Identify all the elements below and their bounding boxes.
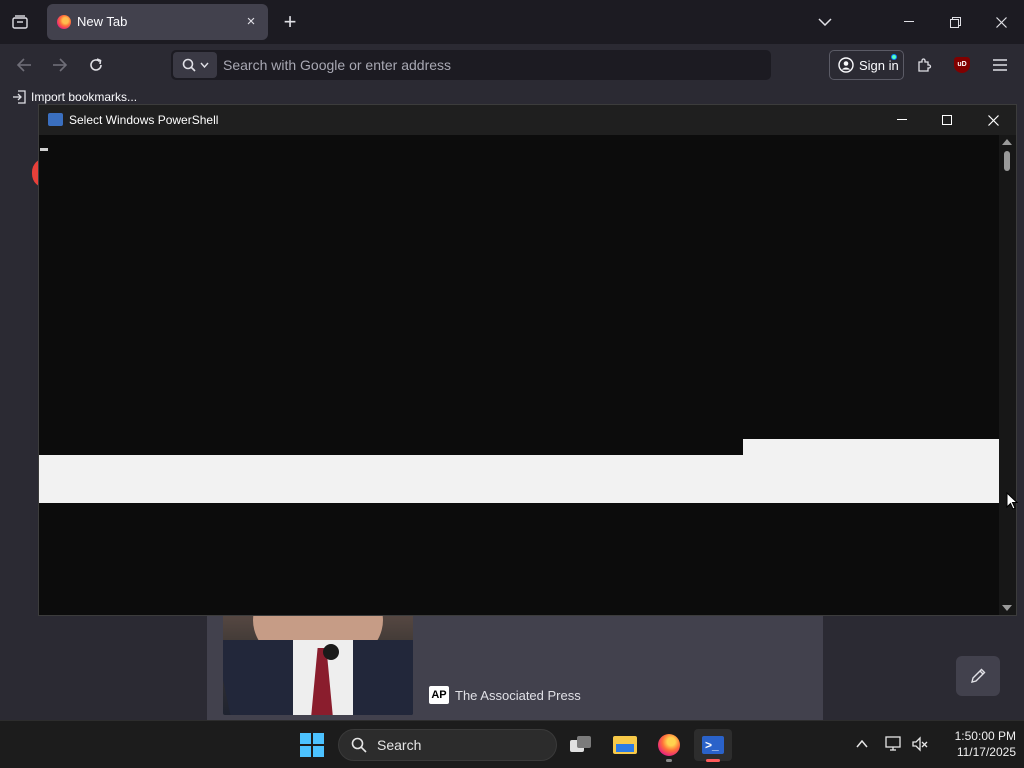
mouse-pointer-icon [1006,492,1018,510]
active-indicator [706,759,720,762]
taskbar-clock[interactable]: 1:50:00 PM 11/17/2025 [936,728,1016,760]
minimize-icon [904,21,914,22]
search-icon [351,737,367,753]
url-input[interactable] [223,50,763,80]
powershell-window: Select Windows PowerShell [38,104,1017,616]
browser-tab-bar: New Tab × + [0,0,1024,44]
windows-logo-icon [300,733,311,744]
tab-new-tab[interactable]: New Tab × [47,4,268,40]
ublock-shield-icon: uD [954,57,970,73]
powershell-icon [48,113,63,126]
arrow-left-icon [16,58,31,72]
import-icon [13,90,26,104]
sign-in-button[interactable]: Sign in [829,50,904,80]
story-photo [223,610,413,715]
search-icon [182,58,196,72]
text-cursor [40,148,48,151]
story-source: AP The Associated Press [429,686,581,704]
browser-minimize-button[interactable] [894,8,924,36]
network-icon [885,736,901,751]
powershell-minimize-button[interactable] [879,105,925,135]
running-indicator [666,759,672,762]
ublock-origin-button[interactable]: uD [949,52,975,78]
start-button[interactable] [300,733,324,757]
pencil-icon [971,668,986,683]
hamburger-menu-icon [993,59,1007,71]
clock-time: 1:50:00 PM [954,729,1016,743]
browser-nav-bar: Sign in uD [0,44,1024,86]
scroll-down-arrow-icon[interactable] [1002,605,1012,611]
file-explorer-button[interactable] [609,729,641,761]
restore-icon [949,16,961,28]
extensions-button[interactable] [911,52,937,78]
powershell-taskbar-button[interactable]: >_ [694,729,732,762]
address-bar [171,50,771,80]
folder-icon [613,736,637,754]
volume-button[interactable] [909,733,931,755]
chevron-down-icon [199,62,209,68]
account-icon [838,57,854,73]
powershell-scrollbar[interactable] [999,135,1016,615]
powershell-maximize-button[interactable] [924,105,970,135]
task-view-icon [570,736,592,754]
clock-date: 11/17/2025 [956,745,1016,759]
firefox-view-button[interactable] [6,9,34,35]
tab-title: New Tab [77,14,128,29]
reload-button[interactable] [83,52,109,78]
powershell-title-bar[interactable]: Select Windows PowerShell [39,105,1016,135]
puzzle-piece-icon [918,58,932,72]
app-menu-button[interactable] [987,52,1013,78]
chevron-down-icon [818,18,832,26]
scrollbar-thumb[interactable] [1004,151,1010,171]
close-icon [987,114,999,126]
firefox-taskbar-button[interactable] [653,729,685,762]
task-view-button[interactable] [565,729,597,761]
taskbar-search-box[interactable]: Search [338,729,557,761]
scroll-up-arrow-icon[interactable] [1002,139,1012,145]
new-tab-button[interactable]: + [278,9,302,35]
chevron-up-icon [856,740,868,748]
tab-close-icon[interactable]: × [242,12,260,32]
volume-muted-icon [912,736,928,752]
search-mode-switcher[interactable] [173,52,217,78]
ap-logo-icon: AP [429,686,449,704]
powershell-icon: >_ [702,736,724,754]
import-bookmarks-button[interactable]: Import bookmarks... [12,90,137,104]
windows-taskbar: Search >_ 1:50:00 PM 11/17/2025 [0,720,1024,768]
text-selection-start [743,439,999,455]
story-source-label: The Associated Press [455,687,581,703]
list-all-tabs-button[interactable] [814,10,836,34]
close-icon [995,16,1007,28]
arrow-right-icon [53,58,68,72]
powershell-title: Select Windows PowerShell [69,113,219,127]
firefox-view-icon [12,15,28,29]
minimize-icon [897,119,907,120]
powershell-console[interactable] [39,135,999,615]
powershell-close-button[interactable] [970,105,1016,135]
sync-badge [891,54,897,60]
browser-restore-button[interactable] [940,8,970,36]
network-button[interactable] [883,733,905,755]
back-button[interactable] [11,52,37,78]
import-bookmarks-label: Import bookmarks... [31,90,138,104]
taskbar-search-label: Search [377,737,422,753]
firefox-favicon-icon [57,15,71,29]
text-selection-block [39,455,999,503]
forward-button[interactable] [47,52,73,78]
browser-close-button[interactable] [986,8,1016,36]
story-card[interactable]: AP The Associated Press [207,600,823,720]
customize-button[interactable] [956,656,1000,696]
maximize-icon [942,115,952,125]
reload-icon [90,58,102,71]
show-hidden-icons-button[interactable] [851,733,873,755]
firefox-icon [658,734,680,756]
